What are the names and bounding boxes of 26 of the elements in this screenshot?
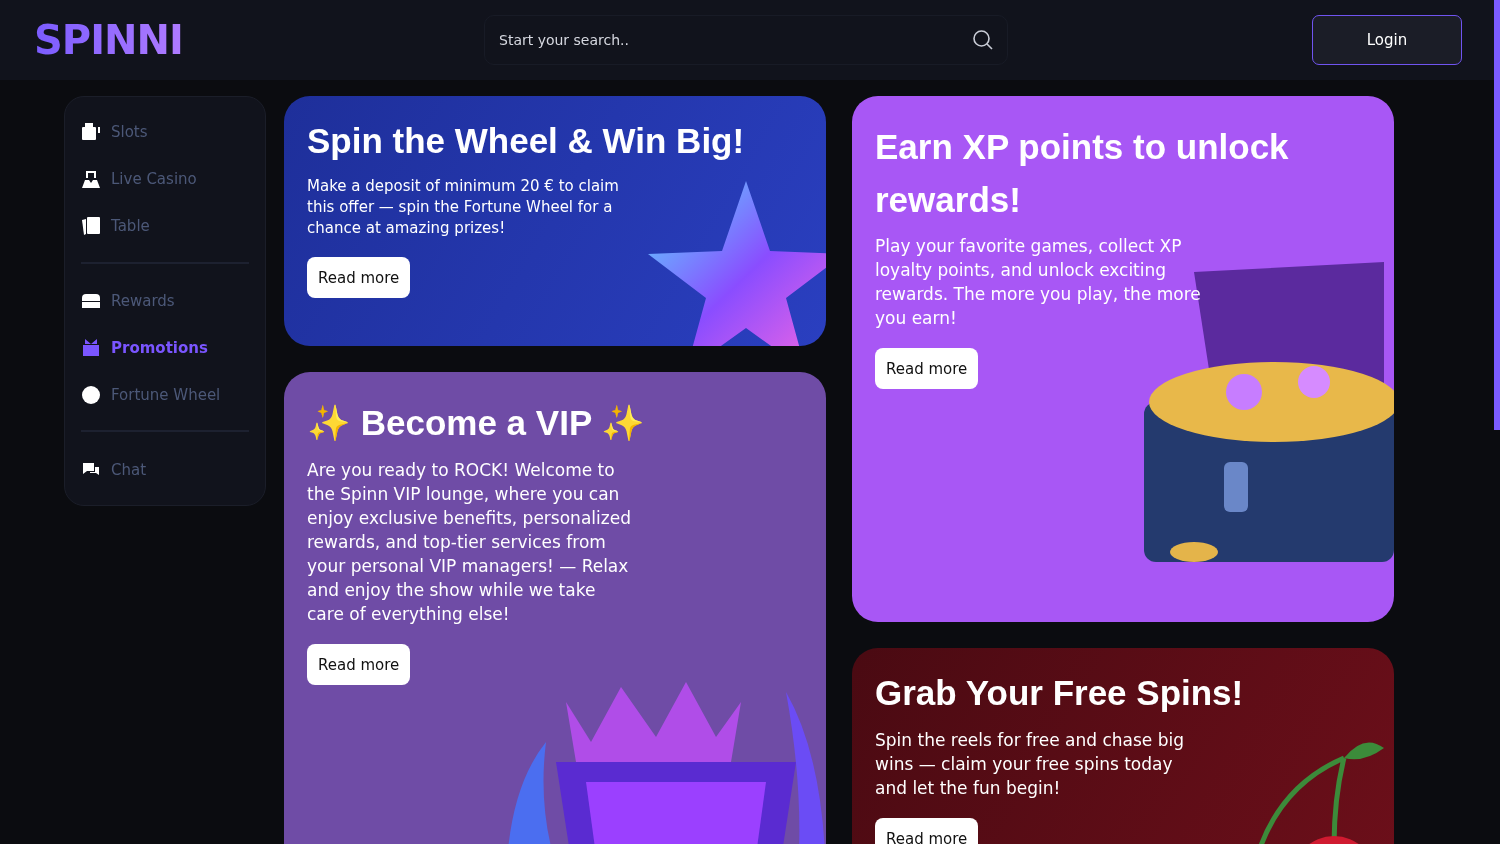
sidebar-item[interactable]: Chat — [81, 446, 249, 493]
sidebar-item[interactable]: Table — [81, 202, 249, 250]
sidebar-item[interactable]: Rewards — [81, 277, 249, 325]
search-icon — [972, 29, 994, 51]
card-description: Make a deposit of minimum 20 € to claim this offer — spin the Fortune Wheel for a chance at amazing prizes! — [307, 176, 620, 239]
card-description: Play your favorite games, collect XP loyalty points, and unlock exciting rewards. The more you play, the more you earn! — [875, 235, 1202, 330]
login-button[interactable]: Login — [1312, 15, 1462, 65]
read-more-button[interactable]: Read more — [875, 818, 979, 844]
read-more-button[interactable]: Read more — [307, 644, 411, 685]
gift-icon — [81, 337, 101, 358]
sidebar-item[interactable]: Promotions — [81, 324, 249, 372]
sidebar-item[interactable]: Fortune Wheel — [81, 371, 249, 419]
card-description: Spin the reels for free and chase big wins — claim your free spins today and let the fun begin! — [875, 729, 1185, 800]
card-title: Spin the Wheel & Win Big! — [307, 120, 746, 162]
scrollbar-thumb[interactable] — [1494, 0, 1500, 430]
card-title: ✨ Become a VIP ✨ — [307, 402, 647, 444]
sidebar-item[interactable]: Slots — [81, 109, 249, 156]
search-field[interactable]: Start your search.. — [484, 15, 1008, 65]
card-title: Earn XP points to unlock rewards! — [875, 126, 1290, 221]
playing-card-icon — [81, 216, 101, 237]
card-title: Grab Your Free Spins! — [875, 672, 1245, 714]
read-more-button[interactable]: Read more — [307, 257, 411, 298]
sidebar-item[interactable]: Live Casino — [81, 155, 249, 203]
read-more-button[interactable]: Read more — [875, 348, 979, 389]
card-description: Are you ready to ROCK! Welcome to the Spinn VIP lounge, where you can enjoy exclusive benefits, personalized rewards, and top-tier services from your personal VIP managers! — Relax and enjoy the show while we take care of everything else! — [307, 459, 632, 626]
slot-machine-icon — [81, 122, 101, 143]
